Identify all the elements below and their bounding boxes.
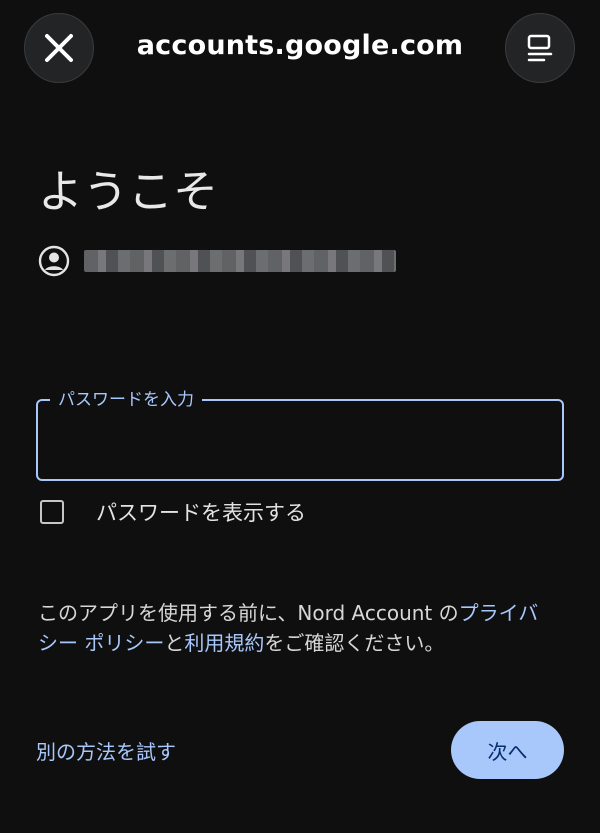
tab-menu-icon: [527, 34, 553, 62]
show-password-checkbox[interactable]: [40, 500, 64, 524]
next-button[interactable]: 次へ: [451, 721, 564, 779]
terms-notice: このアプリを使用する前に、Nord Account のプライバシー ポリシーと利…: [38, 598, 558, 658]
page-title: ようこそ: [38, 165, 219, 218]
page-url: accounts.google.com: [136, 30, 464, 61]
password-field-label: パスワードを入力: [50, 389, 202, 411]
notice-suffix: をご確認ください。: [264, 631, 445, 655]
close-icon: [45, 34, 73, 62]
try-another-way-link[interactable]: 別の方法を試す: [36, 736, 176, 765]
password-field[interactable]: パスワードを入力: [36, 389, 564, 481]
terms-link[interactable]: 利用規約: [184, 631, 264, 655]
close-button[interactable]: [24, 13, 94, 83]
notice-and: と: [164, 631, 185, 655]
masked-email: [84, 250, 396, 272]
show-password-row[interactable]: パスワードを表示する: [40, 497, 306, 527]
show-password-label: パスワードを表示する: [96, 501, 306, 525]
notice-prefix: このアプリを使用する前に、Nord Account の: [38, 601, 459, 625]
account-circle-icon: [38, 245, 70, 277]
password-input[interactable]: [38, 401, 562, 479]
browser-toolbar: accounts.google.com: [0, 0, 600, 100]
account-chip[interactable]: [38, 244, 396, 278]
tab-menu-button[interactable]: [505, 13, 575, 83]
